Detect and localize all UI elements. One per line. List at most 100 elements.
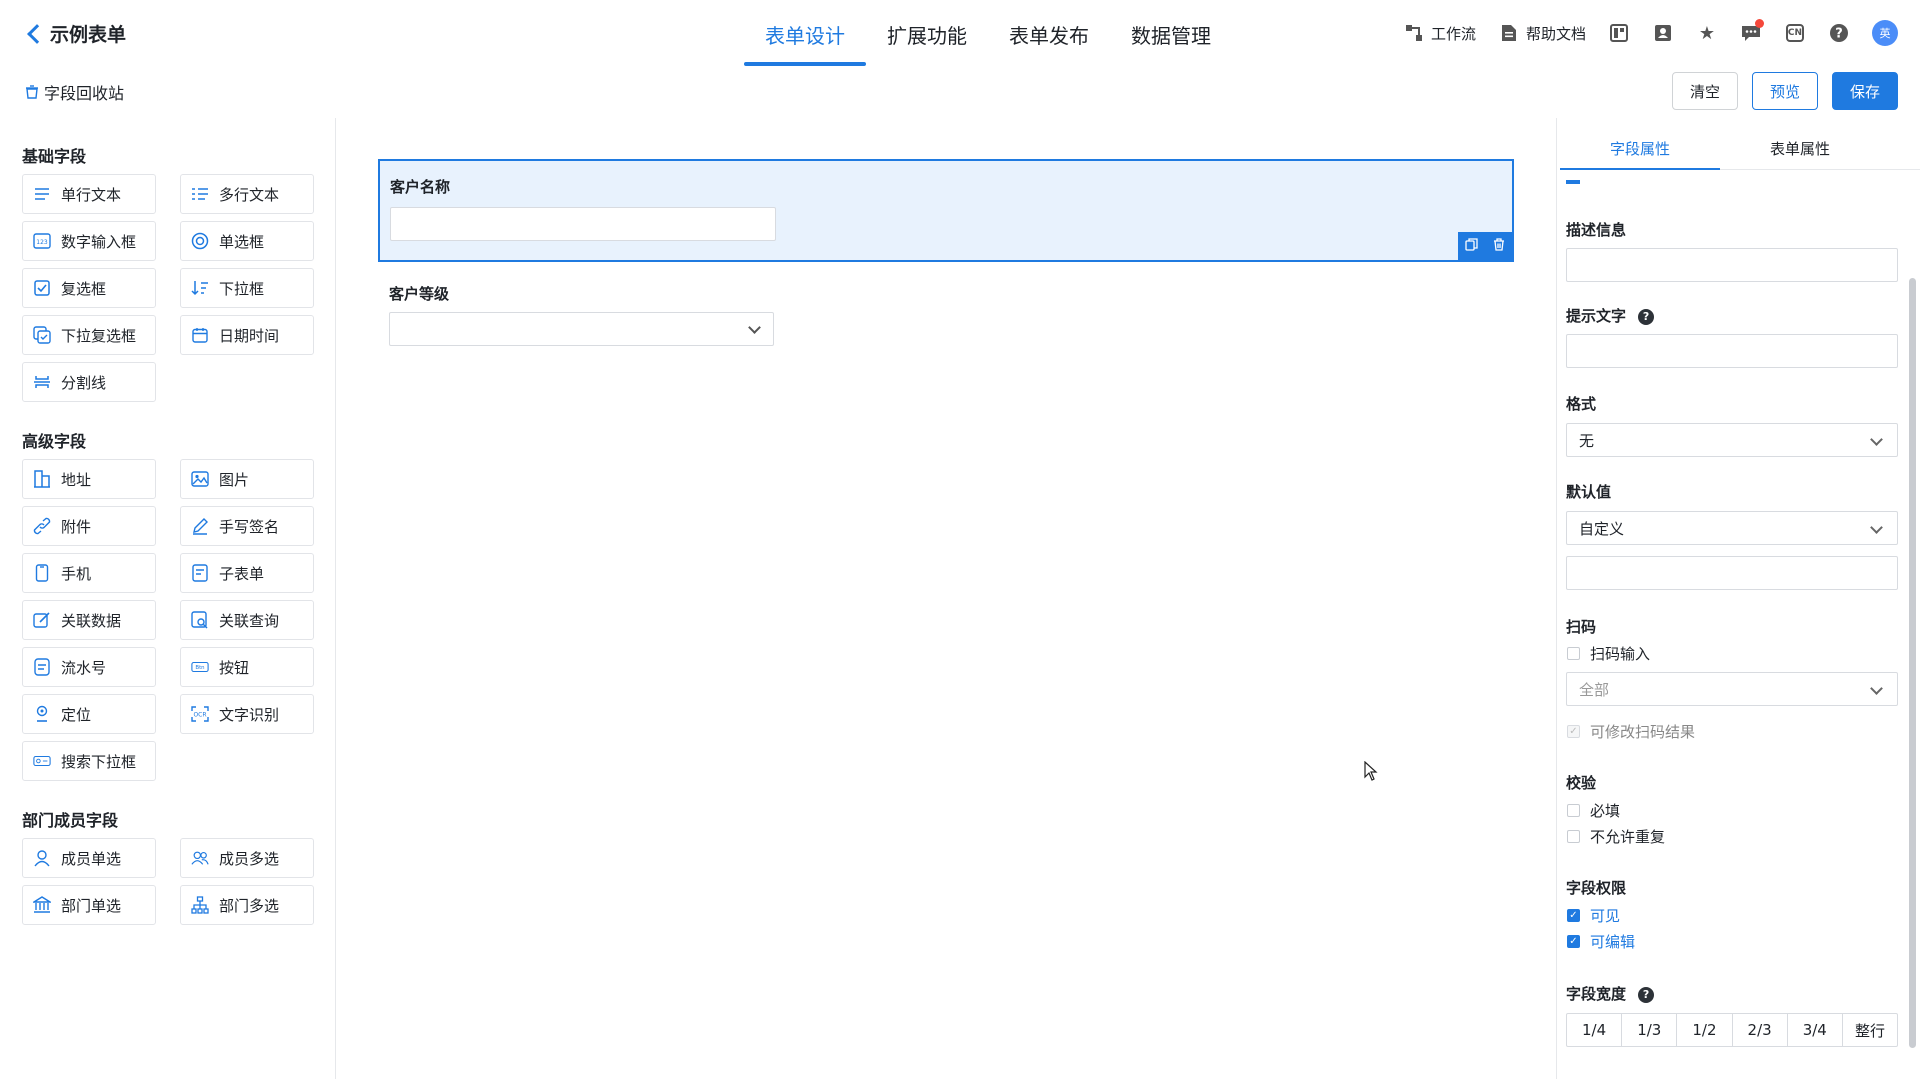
help-button[interactable]: ? [1828,22,1850,44]
visible-checkbox[interactable]: ✓ 可见 [1567,905,1620,926]
editable-checkbox[interactable]: ✓ 可编辑 [1567,931,1635,952]
desc-label: 描述信息 [1566,221,1627,239]
tab-data-management[interactable]: 数据管理 [1110,0,1232,68]
scan-editable-checkbox[interactable]: ✓ 可修改扫码结果 [1567,721,1695,742]
palette-single-line-text[interactable]: 单行文本 [22,174,156,214]
palette-serial-number[interactable]: 流水号 [22,647,156,687]
question-icon[interactable]: ? [1638,308,1655,325]
properties-scrollbar[interactable] [1909,278,1916,1048]
palette-checkbox[interactable]: 复选框 [22,268,156,308]
format-label: 格式 [1566,395,1597,413]
back-button[interactable]: 示例表单 [26,20,126,47]
chevron-down-icon [748,321,761,334]
palette-search-dropdown[interactable]: 搜索下拉框 [22,741,156,781]
edit-link-icon [33,611,51,629]
phone-icon [33,564,51,582]
field-recycle-bin[interactable]: 字段回收站 [24,80,124,104]
copy-icon[interactable] [1465,237,1478,255]
subform-icon [191,564,209,582]
default-value-input[interactable] [1566,556,1898,590]
field-label-customer-name: 客户名称 [390,178,451,196]
workflow-label: 工作流 [1430,24,1476,43]
user-icon [33,849,51,867]
calendar-icon [191,326,209,344]
palette-image[interactable]: 图片 [180,459,314,499]
tab-publish[interactable]: 表单发布 [988,0,1110,68]
favorites-button[interactable]: ★ [1696,22,1718,44]
palette-dropdown-multi[interactable]: 下拉复选框 [22,315,156,355]
palette-divider[interactable]: 分割线 [22,362,156,402]
chevron-down-icon [1870,433,1883,446]
bank-icon [33,896,51,914]
palette-number-input[interactable]: 123 数字输入框 [22,221,156,261]
org-chart-icon [191,896,209,914]
save-button[interactable]: 保存 [1832,72,1898,110]
customer-name-input[interactable] [390,207,776,241]
tab-extensions[interactable]: 扩展功能 [866,0,988,68]
layout-button[interactable] [1608,22,1630,44]
scan-icon: OCR [191,705,209,723]
chevron-down-icon [1870,682,1883,695]
language-button[interactable]: CN [1784,22,1806,44]
clear-button[interactable]: 清空 [1672,72,1738,110]
permission-label: 字段权限 [1566,879,1627,897]
palette-attachment[interactable]: 附件 [22,506,156,546]
palette-button[interactable]: Btn 按钮 [180,647,314,687]
palette-ocr[interactable]: OCR 文字识别 [180,694,314,734]
scan-scope-select[interactable]: 全部 [1566,672,1898,706]
no-duplicate-checkbox[interactable]: 不允许重复 [1567,826,1665,847]
building-icon [33,470,51,488]
tab-form-properties[interactable]: 表单属性 [1720,130,1880,169]
field-width-options: 1/4 1/3 1/2 2/3 3/4 整行 [1566,1013,1898,1047]
palette-related-query[interactable]: 关联查询 [180,600,314,640]
checkbox-icon [33,279,51,297]
format-select[interactable]: 无 [1566,423,1898,457]
palette-department-multi[interactable]: 部门多选 [180,885,314,925]
location-icon [33,705,51,723]
width-full-row[interactable]: 整行 [1843,1014,1897,1046]
delete-icon[interactable] [1493,237,1505,255]
default-value-select[interactable]: 自定义 [1566,511,1898,545]
width-three-quarters[interactable]: 3/4 [1788,1014,1843,1046]
palette-radio[interactable]: 单选框 [180,221,314,261]
properties-tabs: 字段属性 表单属性 [1560,130,1920,170]
svg-text:123: 123 [36,239,48,246]
svg-text:Btn: Btn [195,665,204,671]
palette-member-single[interactable]: 成员单选 [22,838,156,878]
palette-department-single[interactable]: 部门单选 [22,885,156,925]
palette-mobile[interactable]: 手机 [22,553,156,593]
question-icon[interactable]: ? [1638,986,1655,1003]
tab-field-properties[interactable]: 字段属性 [1560,130,1720,170]
hint-input[interactable] [1566,334,1898,368]
search-select-icon [33,752,51,770]
customer-level-select[interactable] [389,312,774,346]
palette-location[interactable]: 定位 [22,694,156,734]
width-half[interactable]: 1/2 [1677,1014,1733,1046]
palette-member-multi[interactable]: 成员多选 [180,838,314,878]
palette-related-data[interactable]: 关联数据 [22,600,156,640]
chevron-left-icon [27,23,47,44]
messages-button[interactable] [1740,19,1764,44]
width-quarter[interactable]: 1/4 [1567,1014,1623,1046]
width-two-thirds[interactable]: 2/3 [1733,1014,1788,1046]
user-avatar-button[interactable]: 英 [1872,20,1898,46]
palette-subform[interactable]: 子表单 [180,553,314,593]
contacts-button[interactable] [1652,22,1674,44]
contacts-icon [1652,22,1674,44]
workflow-button[interactable]: 工作流 [1403,22,1476,44]
required-checkbox[interactable]: 必填 [1567,800,1620,821]
tab-form-design[interactable]: 表单设计 [744,0,866,68]
help-docs-button[interactable]: 帮助文档 [1498,22,1586,44]
workflow-icon [1403,22,1425,44]
scan-label: 扫码 [1566,618,1597,636]
palette-dropdown[interactable]: 下拉框 [180,268,314,308]
palette-datetime[interactable]: 日期时间 [180,315,314,355]
palette-multi-line-text[interactable]: 多行文本 [180,174,314,214]
preview-button[interactable]: 预览 [1752,72,1818,110]
palette-signature[interactable]: 手写签名 [180,506,314,546]
width-third[interactable]: 1/3 [1622,1014,1678,1046]
scan-input-checkbox[interactable]: 扫码输入 [1567,643,1650,664]
desc-input[interactable] [1566,248,1898,282]
palette-address[interactable]: 地址 [22,459,156,499]
form-field-customer-name[interactable]: 客户名称 [378,159,1514,262]
